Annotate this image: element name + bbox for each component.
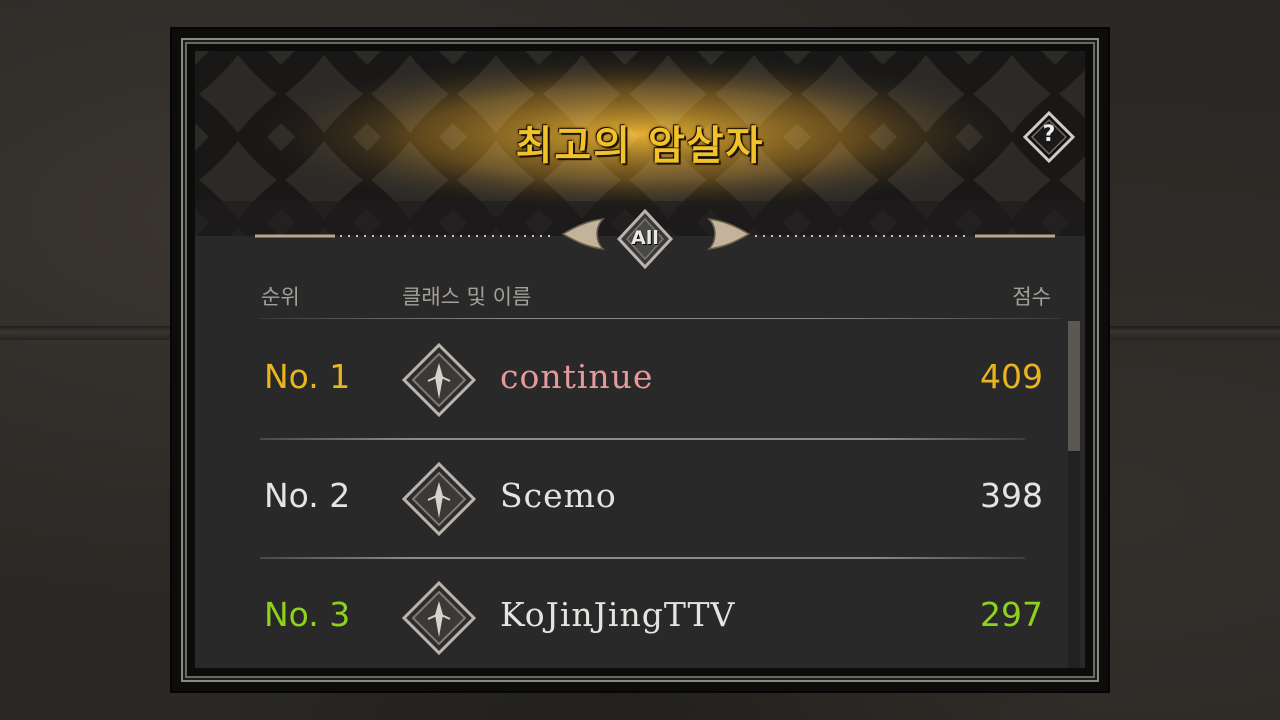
rank-label: No. 1	[264, 357, 351, 396]
help-label: ?	[1042, 122, 1056, 147]
filter-all-badge[interactable]: All	[616, 208, 674, 270]
help-button[interactable]: ?	[1022, 110, 1076, 164]
assassin-class-icon	[402, 343, 476, 417]
player-name: continue	[500, 357, 654, 396]
column-header-score: 점수	[1012, 285, 1051, 309]
leaderboard-panel: 최고의 암살자 ? All 순위 클래스 및 이름 점수 No. 1 conti…	[195, 51, 1085, 668]
rank-label: No. 2	[264, 476, 351, 515]
player-score: 297	[980, 595, 1043, 634]
filter-prev-button[interactable]	[561, 217, 606, 251]
player-name: Scemo	[500, 476, 617, 515]
filter-next-button[interactable]	[706, 217, 751, 251]
leaderboard-row[interactable]: No. 2 Scemo 398	[195, 440, 1065, 559]
scrollbar-thumb[interactable]	[1068, 321, 1080, 451]
rank-label: No. 3	[264, 595, 351, 634]
leaderboard-row[interactable]: No. 1 continue 409	[195, 321, 1065, 440]
assassin-class-icon	[402, 462, 476, 536]
header-divider	[260, 318, 1060, 319]
column-header-class-name: 클래스 및 이름	[402, 285, 532, 309]
assassin-class-icon	[402, 581, 476, 655]
player-name: KoJinJingTTV	[500, 595, 736, 634]
leaderboard-row[interactable]: No. 3 KoJinJingTTV 297	[195, 559, 1065, 668]
leaderboard-scrollbar[interactable]	[1068, 321, 1080, 668]
arrow-left-icon	[561, 217, 606, 251]
player-score: 398	[980, 476, 1043, 515]
player-score: 409	[980, 357, 1043, 396]
panel-title: 최고의 암살자	[515, 123, 765, 169]
arrow-right-icon	[706, 217, 751, 251]
column-header-rank: 순위	[261, 285, 300, 309]
leaderboard-list: No. 1 continue 409 No. 2 Scemo 398 No. 3…	[195, 321, 1065, 668]
filter-all-label: All	[631, 227, 659, 249]
